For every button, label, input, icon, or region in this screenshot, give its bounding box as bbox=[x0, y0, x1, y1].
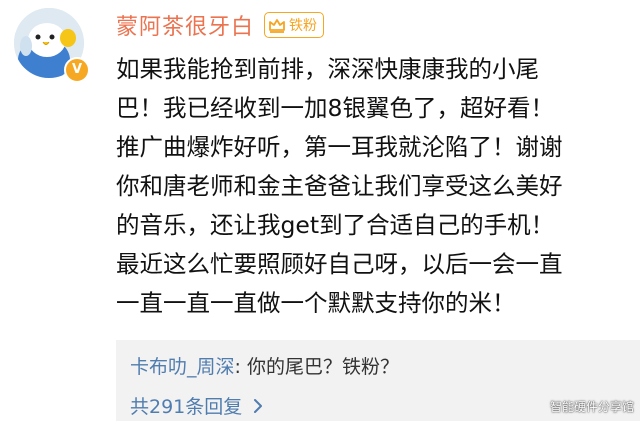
post-line: 巴！我已经收到一加8银翼色了，超好看！ bbox=[116, 94, 554, 122]
crown-icon bbox=[269, 19, 285, 33]
reply-line: 卡布叻_周深: 你的尾巴？铁粉？ bbox=[130, 352, 399, 379]
post-line: 最近这么忙要照顾好自己呀，以后一会一直 bbox=[116, 250, 563, 278]
username[interactable]: 蒙阿茶很牙白 bbox=[116, 9, 254, 41]
post-header: 蒙阿茶很牙白 铁粉 bbox=[116, 9, 325, 41]
verified-v-icon: V bbox=[71, 62, 83, 77]
reply-author[interactable]: 卡布叻_周深 bbox=[130, 356, 235, 378]
watermark: 智能硬件分享馆 bbox=[549, 400, 634, 414]
post-body: 如果我能抢到前排，深深快康康我的小尾 巴！我已经收到一加8银翼色了，超好看！ 推… bbox=[116, 50, 616, 323]
reply-text: : 你的尾巴？铁粉？ bbox=[234, 356, 399, 378]
post-line: 如果我能抢到前排，深深快康康我的小尾 bbox=[116, 55, 539, 83]
verified-badge: V bbox=[64, 57, 90, 83]
fan-badge[interactable]: 铁粉 bbox=[264, 12, 325, 38]
post-line: 一直一直一直做一个默默支持你的米！ bbox=[116, 289, 516, 317]
more-replies-label: 共291条回复 bbox=[130, 396, 243, 418]
post-line: 推广曲爆炸好听，第一耳我就沦陷了！谢谢 bbox=[116, 133, 563, 161]
post-line: 你和唐老师和金主爸爸让我们享受这么美好 bbox=[116, 172, 563, 200]
more-replies-link[interactable]: 共291条回复 bbox=[130, 392, 264, 419]
fan-badge-label: 铁粉 bbox=[289, 18, 318, 34]
post-line: 的音乐，还让我get到了合适自己的手机！ bbox=[116, 211, 555, 239]
chevron-right-icon bbox=[254, 398, 263, 413]
